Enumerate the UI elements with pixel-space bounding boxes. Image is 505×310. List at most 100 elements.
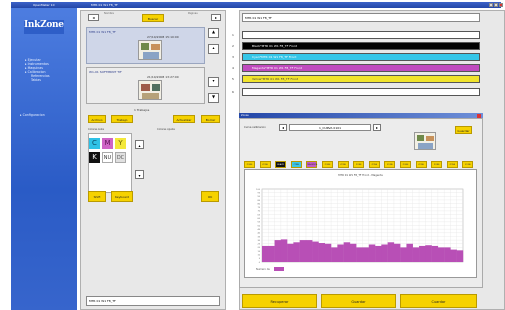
- chart-bar: [331, 247, 338, 262]
- colores-lista-label: Colores Lista: [88, 128, 105, 131]
- job-name: W1-01 SOFTPRINT TIF: [89, 70, 122, 74]
- borrar-button[interactable]: Borrar: [201, 115, 220, 123]
- zone-tab[interactable]: ZONE: [244, 161, 255, 168]
- zone-tab[interactable]: ZONE: [353, 161, 365, 168]
- zone-tab[interactable]: ZONE: [368, 161, 380, 168]
- chart-bar: [280, 239, 288, 262]
- zone-tab[interactable]: ZONE: [446, 161, 458, 168]
- curve-prev-button[interactable]: ◂: [279, 124, 287, 131]
- chart-bar: [299, 240, 307, 262]
- calibration-curve-value[interactable]: 1_CURVA 0101: [289, 124, 371, 131]
- thumbnail-photo: [426, 136, 434, 141]
- y-tick-label: 35: [257, 236, 260, 238]
- paginas-label: Paginas: [188, 12, 198, 15]
- row-number: 4: [232, 66, 234, 70]
- zones-close-button[interactable]: [477, 113, 481, 118]
- scroll-bottom-button[interactable]: ▼: [208, 93, 219, 103]
- color-list-down-button[interactable]: ▾: [135, 170, 144, 179]
- curve-next-button[interactable]: ▸: [373, 124, 381, 131]
- cuardar-button[interactable]: Cuardar: [400, 294, 477, 308]
- chart-bar: [400, 247, 407, 262]
- y-tick-label: 75: [257, 207, 260, 209]
- scroll-top-button[interactable]: ▲: [208, 28, 219, 38]
- zone-tab[interactable]: ZONE: [384, 161, 396, 168]
- color-list-up-button[interactable]: ▴: [135, 140, 144, 149]
- sidebar-item-tablas[interactable]: Tablas: [25, 78, 75, 82]
- chart-bar: [305, 240, 313, 262]
- separation-row-yellow[interactable]: Yellow*MTR 01 W1 F8_TF Front: [242, 75, 480, 83]
- forward-button[interactable]: ▸: [211, 14, 221, 21]
- zone-tab[interactable]: ZONE: [431, 161, 443, 168]
- chart-bar: [362, 247, 369, 262]
- job-date: 27/10/2008 15:10:00: [147, 35, 179, 39]
- color-chip-nu[interactable]: NU: [102, 152, 113, 163]
- color-chip-dc[interactable]: DC: [115, 152, 126, 163]
- chart-bar: [425, 245, 432, 262]
- color-chip-magenta[interactable]: M: [102, 138, 113, 149]
- colores-ajuste-label: Colores Ajuste: [157, 128, 175, 131]
- y-tick-label: 95: [257, 192, 260, 194]
- color-chip-cyan[interactable]: C: [89, 138, 100, 149]
- nombre-label: Nombre: [104, 12, 114, 15]
- search-button[interactable]: Buscar: [142, 14, 164, 22]
- actualizar-button[interactable]: Actualizar: [173, 115, 195, 123]
- job-list-item[interactable]: MTR 01 W1 F8_TF 27/10/2008 15:10:00: [86, 27, 205, 64]
- row-number: 6: [232, 90, 234, 94]
- chart-bar: [268, 245, 275, 262]
- chart-bar: [293, 242, 300, 262]
- separation-row-blank[interactable]: [242, 88, 480, 96]
- y-tick-label: 20: [257, 247, 260, 249]
- color-chip-black[interactable]: K: [89, 152, 100, 163]
- recuperar-button[interactable]: Recuperar: [242, 294, 317, 308]
- chart-bar: [381, 244, 388, 262]
- zone-tab[interactable]: MAGENTA: [306, 161, 318, 168]
- shift-button[interactable]: Shift: [88, 191, 106, 202]
- chart-bar: [375, 245, 382, 262]
- y-tick-label: 15: [257, 251, 260, 253]
- trabajo-button[interactable]: Trabajo: [111, 115, 133, 123]
- chart-bar: [318, 243, 326, 262]
- zone-tab[interactable]: ZONE: [259, 161, 271, 168]
- maximize-button[interactable]: [494, 3, 498, 7]
- close-button[interactable]: [499, 3, 503, 7]
- chart-legend-swatch: [274, 267, 284, 271]
- zone-tab[interactable]: ZONE: [322, 161, 333, 168]
- chart-title: MTR 01 W1 F8_TF Front - Magenta: [338, 173, 383, 177]
- chart-bar: [387, 242, 395, 262]
- sidebar-item-configuracion[interactable]: ▸ Configuracion: [20, 113, 45, 117]
- row-number: 1: [232, 33, 234, 37]
- y-tick-label: 85: [257, 200, 260, 202]
- calibration-curve-label: Curva calibracion: [244, 126, 266, 129]
- minimize-button[interactable]: [489, 3, 493, 7]
- zone-tab[interactable]: CYAN: [290, 161, 302, 168]
- zone-tab[interactable]: ZONE: [400, 161, 411, 168]
- y-tick-label: 40: [257, 233, 260, 235]
- thumbnail-photo: [141, 43, 149, 50]
- zone-tab[interactable]: ZONE: [415, 161, 427, 168]
- y-tick-label: 90: [257, 196, 260, 198]
- keyboard-button[interactable]: Keyboard: [111, 191, 133, 202]
- separation-row-magenta[interactable]: Magenta*MTR 01 W1 F8_TF Front: [242, 64, 480, 72]
- separation-row-blank[interactable]: [242, 31, 480, 39]
- guardar-button[interactable]: Guardar: [321, 294, 396, 308]
- back-button[interactable]: ◂: [88, 14, 99, 21]
- trabajos-heading: 1 Trabajos: [134, 108, 150, 112]
- chart-bar: [312, 241, 319, 262]
- chart-bar: [406, 243, 413, 262]
- separation-row-cyan[interactable]: Cyan*MTR 01 W1 F8_TF Front: [242, 53, 480, 61]
- current-job-field[interactable]: MTR 01 W1 F8_TF: [86, 296, 220, 306]
- scroll-up-button[interactable]: ▴: [208, 44, 219, 54]
- zones-save-button[interactable]: Guardar: [455, 126, 472, 134]
- chart-bar: [419, 245, 426, 262]
- job-list-item[interactable]: W1-01 SOFTPRINT TIF 21/10/2008 13:27:00: [86, 67, 205, 104]
- zone-tab[interactable]: ZONE: [337, 161, 349, 168]
- separation-row-black[interactable]: Black*MTR 01 W1 F8_TF Front: [242, 42, 480, 50]
- chart-bar: [337, 244, 344, 262]
- app-logo: InkZone: [24, 20, 64, 34]
- zone-tab[interactable]: ZONE: [462, 161, 474, 168]
- scroll-down-button[interactable]: ▾: [208, 77, 219, 87]
- color-chip-yellow[interactable]: Y: [115, 138, 126, 149]
- archivo-button[interactable]: Archivo: [88, 115, 106, 123]
- zone-tab[interactable]: BLACK: [275, 161, 287, 168]
- ok-button[interactable]: OK: [201, 191, 219, 202]
